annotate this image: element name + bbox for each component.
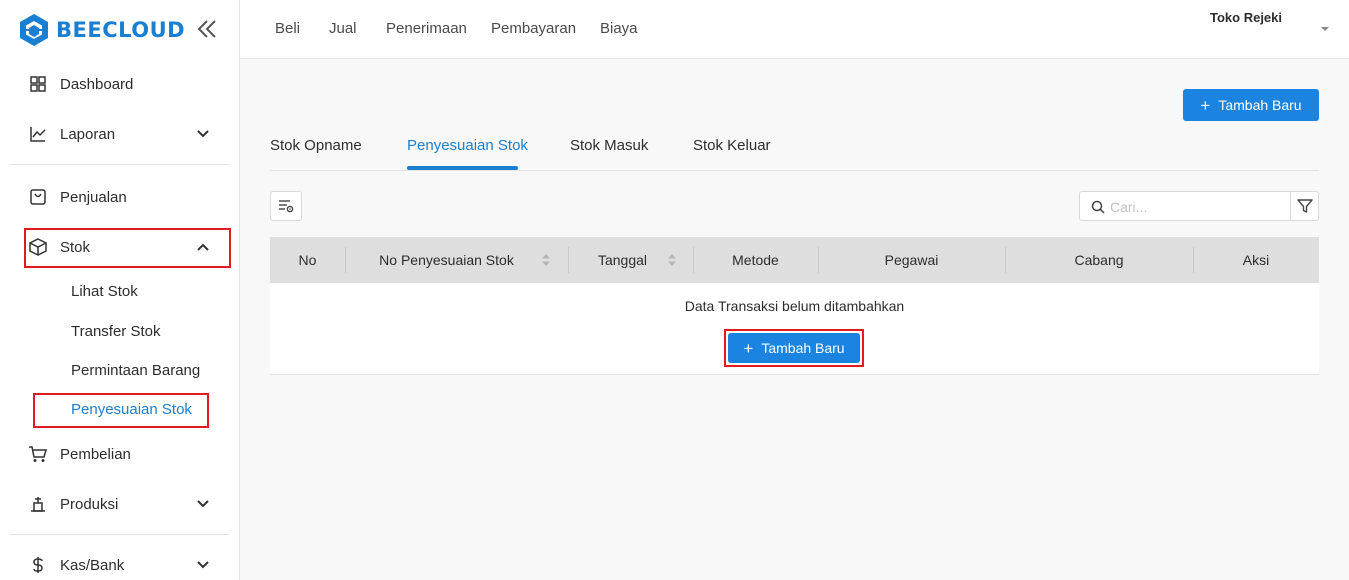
caret-down-icon[interactable]	[1320, 26, 1330, 32]
top-bar: Beli Jual Penerimaan Pembayaran Biaya To…	[240, 0, 1349, 59]
sidebar-item-penjualan[interactable]: Penjualan	[28, 183, 220, 211]
sidebar-item-pembelian[interactable]: Pembelian	[28, 440, 220, 468]
brand-logo[interactable]: BEECLOUD	[20, 12, 220, 48]
column-header-pegawai: Pegawai	[884, 252, 939, 268]
top-link-beli[interactable]: Beli	[275, 20, 300, 37]
search-box	[1079, 191, 1291, 221]
active-tab-indicator	[407, 166, 518, 170]
sidebar-item-label: Dashboard	[60, 75, 134, 93]
sidebar-item-laporan[interactable]: Laporan	[28, 120, 220, 148]
chart-line-icon	[28, 124, 48, 144]
plus-icon: +	[1200, 95, 1211, 115]
plus-icon: +	[743, 338, 754, 358]
sidebar: BEECLOUD Dashboard Laporan Penjualan Sto…	[0, 0, 240, 580]
empty-state-add-button[interactable]: + Tambah Baru	[728, 333, 860, 363]
tab-stok-opname[interactable]: Stok Opname	[270, 137, 362, 154]
column-header-no: No	[298, 252, 317, 268]
sort-icon[interactable]	[668, 254, 676, 266]
search-input[interactable]	[1110, 197, 1280, 217]
sidebar-item-dashboard[interactable]: Dashboard	[28, 70, 220, 98]
sidebar-subitem-penyesuaian-stok[interactable]: Penyesuaian Stok	[71, 401, 192, 418]
filter-icon	[1296, 199, 1313, 213]
tab-stok-masuk[interactable]: Stok Masuk	[570, 137, 648, 154]
sidebar-item-label: Laporan	[60, 125, 116, 143]
column-header-cabang: Cabang	[1074, 252, 1124, 268]
tab-penyesuaian-stok[interactable]: Penyesuaian Stok	[407, 137, 528, 154]
add-new-button[interactable]: + Tambah Baru	[1183, 89, 1319, 121]
sidebar-item-label: Produksi	[60, 495, 119, 513]
sidebar-subitem-lihat-stok[interactable]: Lihat Stok	[71, 283, 138, 300]
box-icon	[28, 237, 48, 257]
sidebar-item-label: Penjualan	[60, 188, 127, 206]
column-settings-icon	[279, 200, 294, 213]
bag-icon	[28, 187, 48, 207]
table-header: No No Penyesuaian Stok Tanggal Metode Pe…	[270, 237, 1319, 283]
column-header-no-penyesuaian-stok[interactable]: No Penyesuaian Stok	[345, 237, 568, 283]
sidebar-item-label: Pembelian	[60, 445, 131, 463]
top-link-penerimaan[interactable]: Penerimaan	[386, 20, 467, 37]
top-link-jual[interactable]: Jual	[329, 20, 357, 37]
dollar-icon	[28, 555, 48, 575]
chevron-down-icon	[197, 130, 209, 138]
sidebar-divider	[10, 534, 229, 535]
chevron-down-icon	[197, 561, 209, 569]
top-link-biaya[interactable]: Biaya	[600, 20, 638, 37]
sidebar-subitem-transfer-stok[interactable]: Transfer Stok	[71, 323, 160, 340]
sidebar-divider	[10, 164, 229, 165]
sidebar-item-stok[interactable]: Stok	[28, 233, 220, 261]
chevron-down-icon	[197, 500, 209, 508]
column-header-metode: Metode	[732, 252, 779, 268]
sidebar-item-label: Kas/Bank	[60, 556, 125, 574]
tabs-divider	[270, 170, 1319, 171]
sidebar-item-produksi[interactable]: Produksi	[28, 490, 220, 518]
sort-icon[interactable]	[542, 254, 550, 266]
add-new-button-label: Tambah Baru	[1218, 97, 1302, 113]
column-settings-button[interactable]	[270, 191, 302, 221]
top-link-pembayaran[interactable]: Pembayaran	[491, 20, 576, 37]
chevron-up-icon	[197, 243, 209, 251]
column-header-aksi: Aksi	[1242, 252, 1270, 268]
empty-state-add-button-label: Tambah Baru	[761, 340, 845, 356]
dashboard-grid-icon	[28, 74, 48, 94]
sidebar-item-kas-bank[interactable]: Kas/Bank	[28, 551, 220, 579]
collapse-sidebar-icon[interactable]	[196, 18, 218, 40]
production-icon	[28, 494, 48, 514]
beecloud-logo-icon	[20, 14, 48, 46]
store-name[interactable]: Toko Rejeki	[1210, 10, 1282, 25]
cart-icon	[28, 444, 48, 464]
brand-name: BEECLOUD	[56, 18, 186, 42]
empty-state-text: Data Transaksi belum ditambahkan	[684, 298, 905, 314]
tab-stok-keluar[interactable]: Stok Keluar	[693, 137, 771, 154]
search-icon	[1091, 200, 1105, 214]
filter-button[interactable]	[1290, 191, 1319, 221]
sidebar-item-label: Stok	[60, 238, 91, 256]
sidebar-subitem-permintaan-barang[interactable]: Permintaan Barang	[71, 362, 200, 379]
